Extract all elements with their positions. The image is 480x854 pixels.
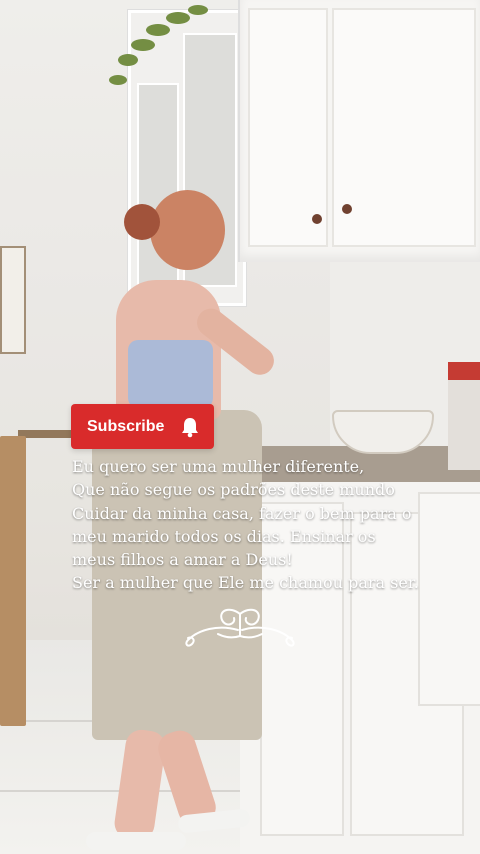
subscribe-button[interactable]: Subscribe xyxy=(71,404,214,449)
flourish-ornament-icon xyxy=(178,604,302,654)
caption-line: Que não segue os padrões deste mundo xyxy=(72,480,395,500)
subscribe-label: Subscribe xyxy=(87,417,165,435)
caption-line: Eu quero ser uma mulher diferente, xyxy=(72,457,365,476)
caption-line: Ser a mulher que Ele me chamou para ser. xyxy=(72,573,419,593)
caption-line: meu marido todos os dias. Ensinar os xyxy=(72,526,376,546)
bell-icon xyxy=(180,416,200,438)
caption-line: meus filhos a amar a Deus! xyxy=(72,550,293,570)
caption-line: Cuidar da minha casa, fazer o bem para o xyxy=(72,503,412,523)
caption-text: Eu quero ser uma mulher diferente, Que n… xyxy=(72,455,472,595)
